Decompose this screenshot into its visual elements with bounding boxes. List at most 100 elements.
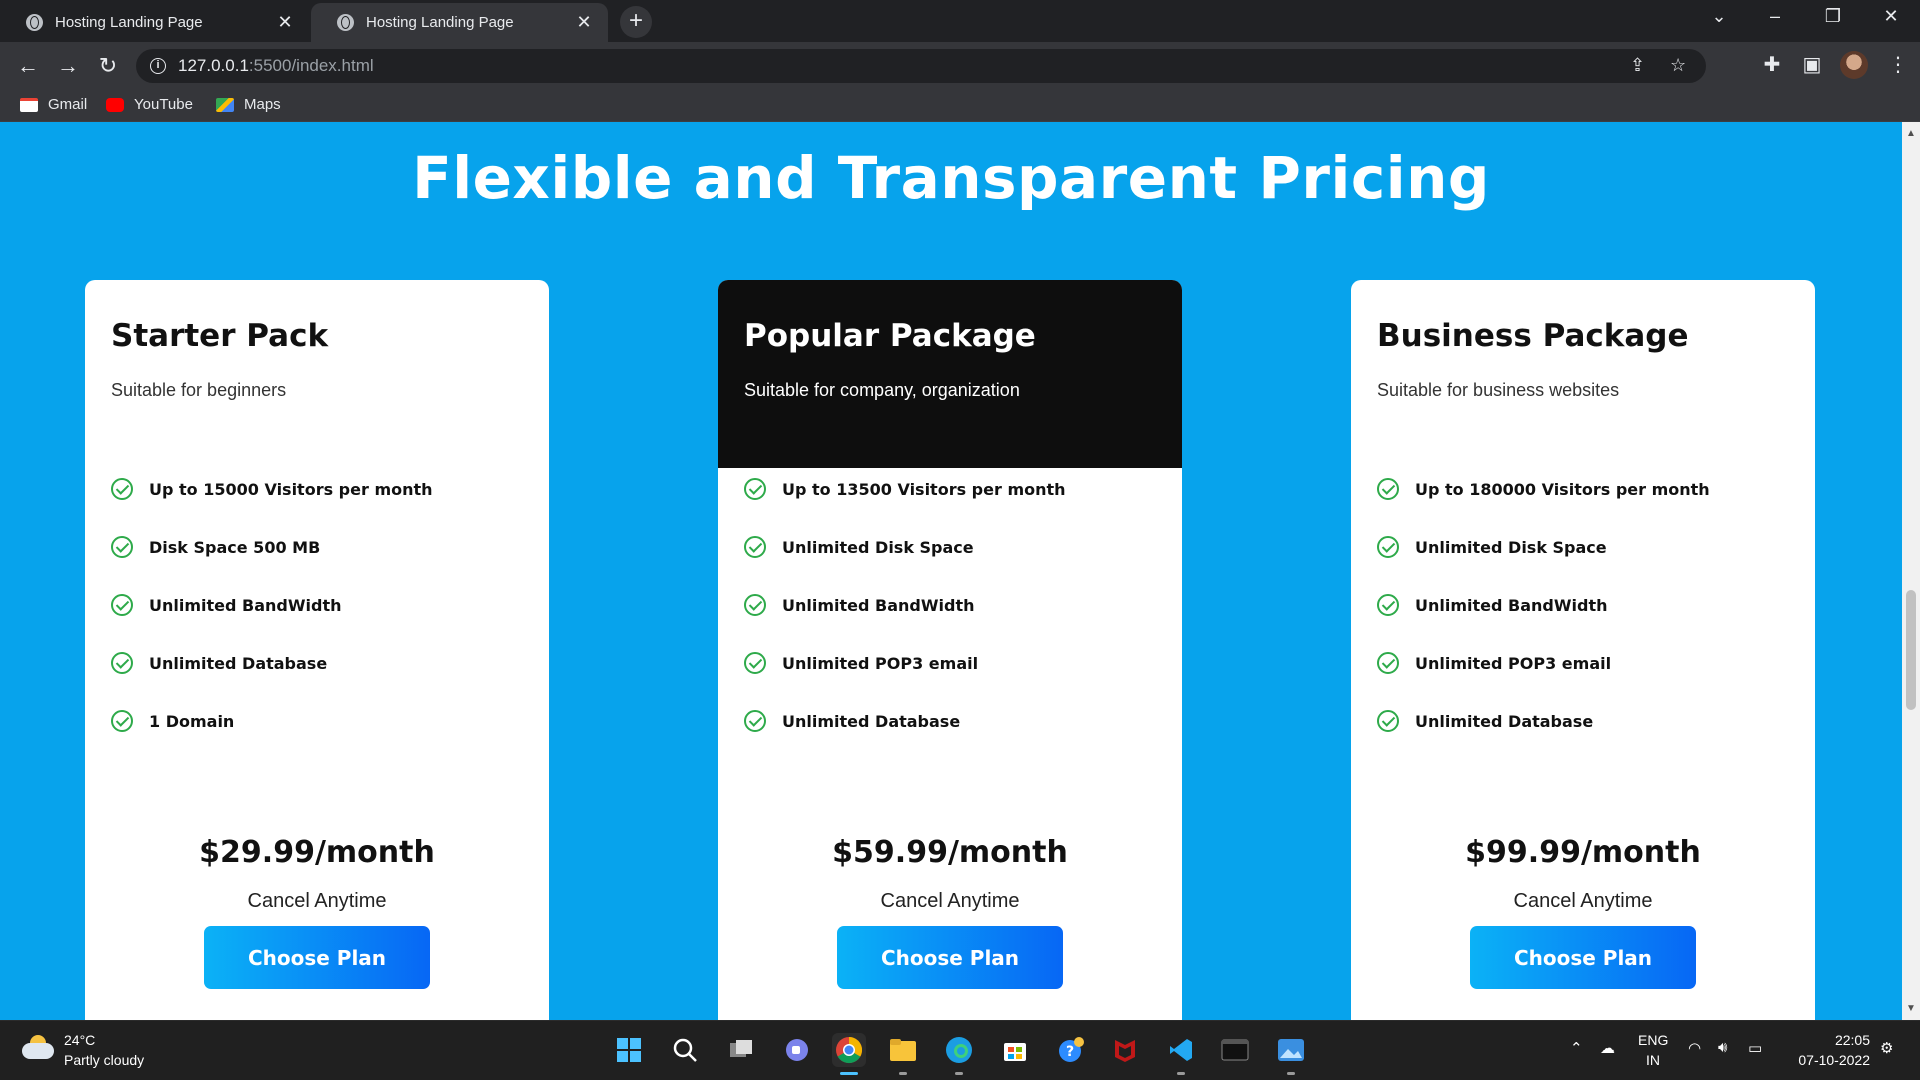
feature-item: Up to 180000 Visitors per month: [1377, 460, 1789, 518]
pricing-card-starter: Starter Pack Suitable for beginners Up t…: [85, 280, 549, 1020]
restore-icon[interactable]: ❐: [1808, 6, 1858, 27]
weather-description[interactable]: Partly cloudy: [64, 1052, 144, 1068]
store-icon[interactable]: [998, 1033, 1032, 1067]
help-icon[interactable]: ?: [1054, 1033, 1088, 1067]
plan-subtitle: Suitable for business websites: [1377, 380, 1620, 400]
check-circle-icon: [744, 536, 766, 558]
file-explorer-icon[interactable]: [886, 1033, 920, 1075]
extensions-icon[interactable]: ✚: [1758, 52, 1786, 77]
address-bar[interactable]: i 127.0.0.1:5500/index.html ☆ ⇪: [136, 49, 1706, 83]
tab-search-icon[interactable]: ⌄: [1694, 6, 1744, 27]
new-tab-button[interactable]: +: [620, 6, 652, 38]
check-circle-icon: [1377, 652, 1399, 674]
check-circle-icon: [111, 652, 133, 674]
battery-icon[interactable]: ▭: [1748, 1039, 1762, 1057]
feature-item: Up to 15000 Visitors per month: [111, 460, 523, 518]
check-circle-icon: [111, 594, 133, 616]
globe-icon: [337, 14, 354, 31]
feature-list: Up to 15000 Visitors per month Disk Spac…: [85, 460, 549, 750]
region-indicator[interactable]: IN: [1638, 1052, 1668, 1068]
wifi-icon[interactable]: ◠: [1688, 1039, 1701, 1057]
pricing-card-business: Business Package Suitable for business w…: [1351, 280, 1815, 1020]
weather-temperature[interactable]: 24°C: [64, 1032, 95, 1048]
bookmarks-bar: Gmail YouTube Maps: [0, 90, 1920, 122]
page-scrollbar[interactable]: ▲ ▼: [1902, 122, 1920, 1020]
clock-time[interactable]: 22:05: [1780, 1032, 1870, 1048]
partly-cloudy-icon[interactable]: [22, 1035, 56, 1059]
start-icon[interactable]: [612, 1033, 646, 1067]
volume-icon[interactable]: 🔊︎: [1718, 1039, 1727, 1056]
plan-subtitle: Suitable for beginners: [111, 380, 287, 400]
feature-list: Up to 180000 Visitors per month Unlimite…: [1351, 460, 1815, 750]
menu-icon[interactable]: ⋮: [1884, 52, 1912, 77]
feature-list: Up to 13500 Visitors per month Unlimited…: [718, 460, 1182, 750]
check-circle-icon: [744, 478, 766, 500]
tab-title: Hosting Landing Page: [55, 14, 203, 31]
clock-date[interactable]: 07-10-2022: [1780, 1052, 1870, 1068]
chat-icon[interactable]: [780, 1033, 814, 1067]
url-text[interactable]: 127.0.0.1:5500/index.html: [178, 56, 374, 76]
photos-icon[interactable]: [1274, 1033, 1308, 1075]
choose-plan-button[interactable]: Choose Plan: [204, 926, 430, 989]
share-icon[interactable]: ⇪: [1630, 55, 1645, 76]
feature-item: Unlimited BandWidth: [1377, 576, 1789, 634]
bookmark-youtube[interactable]: YouTube: [106, 96, 193, 113]
onedrive-icon[interactable]: ☁: [1600, 1039, 1615, 1057]
check-circle-icon: [111, 478, 133, 500]
check-circle-icon: [111, 536, 133, 558]
profile-avatar[interactable]: [1840, 51, 1868, 79]
bookmark-maps[interactable]: Maps: [216, 96, 281, 113]
side-panel-icon[interactable]: ▣: [1798, 52, 1826, 77]
feature-item: Unlimited Database: [744, 692, 1156, 750]
check-circle-icon: [1377, 536, 1399, 558]
feature-item: Disk Space 500 MB: [111, 518, 523, 576]
pricing-card-popular: Popular Package Suitable for company, or…: [718, 280, 1182, 1020]
mcafee-icon[interactable]: [1108, 1033, 1142, 1067]
plan-subtitle: Suitable for company, organization: [744, 380, 1020, 400]
plan-name: Business Package: [1377, 318, 1689, 354]
card-header: Popular Package Suitable for company, or…: [718, 280, 1182, 468]
search-icon[interactable]: [668, 1033, 702, 1067]
choose-plan-button[interactable]: Choose Plan: [1470, 926, 1696, 989]
reload-icon[interactable]: ↻: [94, 52, 122, 80]
notification-icon[interactable]: ⚙: [1880, 1039, 1893, 1057]
plan-price: $59.99/month: [832, 835, 1068, 870]
plan-note: Cancel Anytime: [1513, 890, 1653, 912]
plan-price: $99.99/month: [1465, 835, 1701, 870]
tab-close-icon[interactable]: ✕: [275, 12, 295, 33]
plan-note: Cancel Anytime: [880, 890, 1020, 912]
close-window-icon[interactable]: ✕: [1866, 6, 1916, 27]
maps-icon: [216, 97, 234, 112]
language-indicator[interactable]: ENG: [1638, 1032, 1668, 1048]
browser-tab[interactable]: Hosting Landing Page ✕: [0, 3, 309, 42]
youtube-icon: [106, 97, 124, 112]
card-header: Business Package Suitable for business w…: [1351, 280, 1815, 468]
bookmark-gmail[interactable]: Gmail: [20, 96, 87, 113]
vscode-icon[interactable]: [1164, 1033, 1198, 1075]
scroll-thumb[interactable]: [1906, 590, 1916, 710]
svg-text:?: ?: [1066, 1044, 1074, 1060]
plan-name: Popular Package: [744, 318, 1036, 354]
scroll-up-icon[interactable]: ▲: [1906, 128, 1916, 139]
site-info-icon[interactable]: i: [150, 58, 166, 74]
feature-item: Up to 13500 Visitors per month: [744, 460, 1156, 518]
check-circle-icon: [744, 710, 766, 732]
feature-item: Unlimited BandWidth: [744, 576, 1156, 634]
browser-tab-active[interactable]: Hosting Landing Page ✕: [311, 3, 608, 42]
forward-icon[interactable]: →: [54, 52, 82, 80]
page-title: Flexible and Transparent Pricing: [412, 144, 1490, 212]
choose-plan-button[interactable]: Choose Plan: [837, 926, 1063, 989]
scroll-down-icon[interactable]: ▼: [1906, 1003, 1916, 1014]
chevron-up-icon[interactable]: ⌃: [1570, 1039, 1583, 1057]
chrome-icon[interactable]: [832, 1033, 866, 1075]
feature-item: Unlimited Database: [1377, 692, 1789, 750]
feature-item: Unlimited Disk Space: [1377, 518, 1789, 576]
task-view-icon[interactable]: [724, 1033, 758, 1067]
star-icon[interactable]: ☆: [1670, 55, 1686, 76]
plan-name: Starter Pack: [111, 318, 329, 354]
tab-close-icon[interactable]: ✕: [574, 12, 594, 33]
terminal-icon[interactable]: [1218, 1033, 1252, 1067]
edge-icon[interactable]: [942, 1033, 976, 1075]
back-icon[interactable]: ←: [14, 52, 42, 80]
minimize-icon[interactable]: –: [1750, 6, 1800, 27]
